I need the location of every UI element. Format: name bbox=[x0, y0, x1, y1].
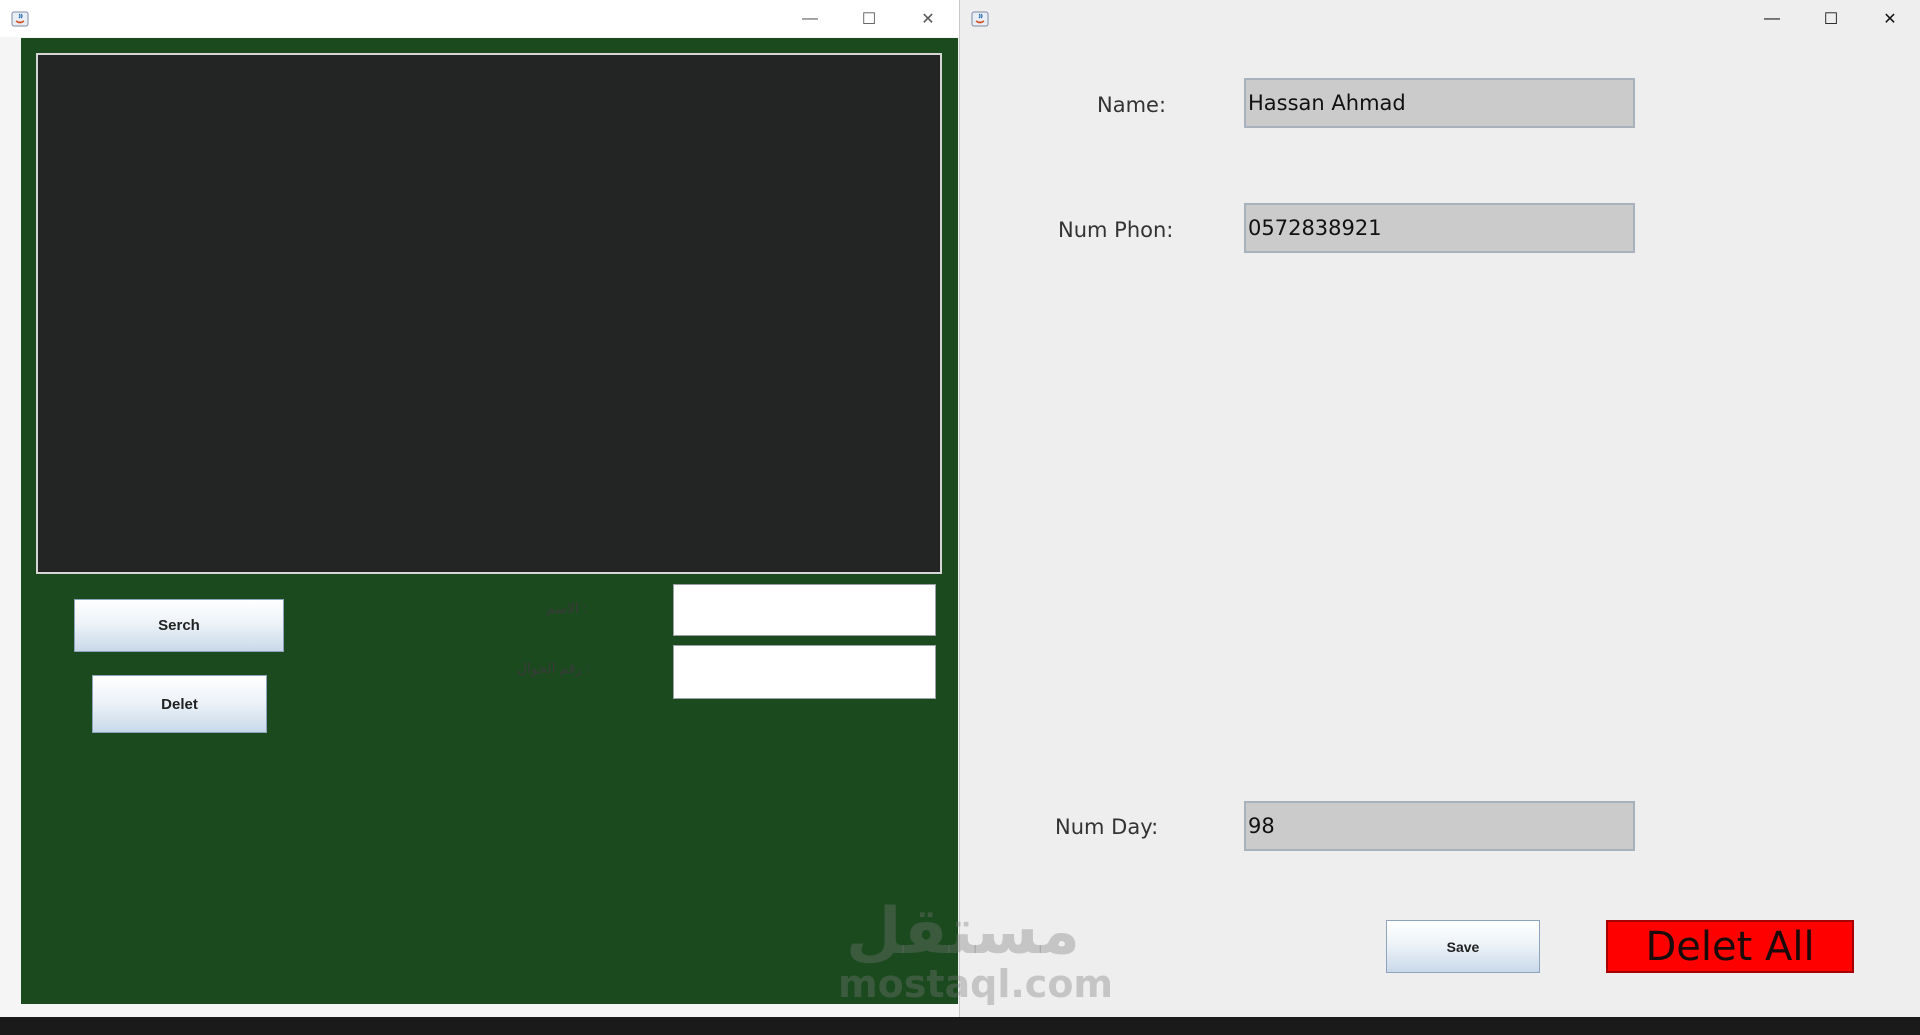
phone-search-input[interactable] bbox=[673, 645, 936, 699]
maximize-button[interactable]: ☐ bbox=[847, 4, 891, 34]
save-button[interactable]: Save bbox=[1386, 920, 1540, 973]
close-button[interactable]: ✕ bbox=[906, 4, 950, 34]
search-button[interactable]: Serch bbox=[74, 599, 284, 652]
watermark-latin: mostaql.com bbox=[838, 962, 1114, 1006]
output-text-area[interactable] bbox=[36, 53, 942, 574]
left-title-bar: — ☐ ✕ bbox=[0, 0, 959, 37]
minimize-button[interactable]: — bbox=[1750, 4, 1794, 34]
right-window: — ☐ ✕ Name: Hassan Ahmad Num Phon: 05728… bbox=[960, 0, 1920, 1017]
phone-label: Num Phon: bbox=[1058, 218, 1174, 242]
minimize-button[interactable]: — bbox=[788, 4, 832, 34]
java-icon bbox=[971, 11, 989, 27]
maximize-button[interactable]: ☐ bbox=[1809, 4, 1853, 34]
delete-button[interactable]: Delet bbox=[92, 675, 267, 733]
left-window: — ☐ ✕ Serch Delet الاسم : رقم الجوال : bbox=[0, 0, 960, 1017]
name-label: Name: bbox=[1097, 93, 1167, 117]
watermark-arabic: مستقل bbox=[845, 895, 1081, 969]
name-search-input[interactable] bbox=[673, 584, 936, 636]
days-field[interactable]: 98 bbox=[1244, 801, 1635, 851]
days-label: Num Day: bbox=[1055, 815, 1159, 839]
taskbar bbox=[0, 1017, 1920, 1035]
name-field[interactable]: Hassan Ahmad bbox=[1244, 78, 1635, 128]
close-button[interactable]: ✕ bbox=[1868, 4, 1912, 34]
java-icon bbox=[11, 11, 29, 27]
phone-field[interactable]: 0572838921 bbox=[1244, 203, 1635, 253]
left-panel: Serch Delet الاسم : رقم الجوال : bbox=[21, 38, 958, 1004]
right-title-bar: — ☐ ✕ bbox=[960, 0, 1920, 37]
name-search-label: الاسم : bbox=[546, 600, 587, 616]
delete-all-button[interactable]: Delet All bbox=[1606, 920, 1854, 973]
watermark-logo: مستقل mostaql.com bbox=[838, 895, 1114, 1012]
phone-search-label: رقم الجوال : bbox=[517, 660, 590, 676]
